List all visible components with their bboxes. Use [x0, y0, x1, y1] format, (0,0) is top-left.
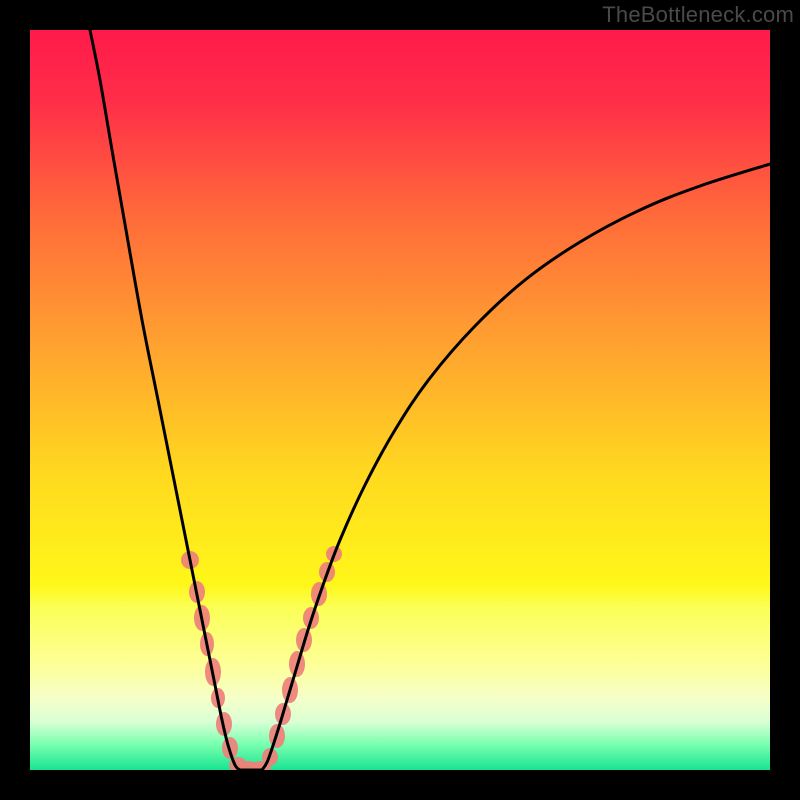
series-right-curve: [262, 164, 770, 770]
curve-lines: [90, 30, 770, 770]
chart-frame: [30, 30, 770, 770]
watermark-text: TheBottleneck.com: [602, 2, 794, 28]
series-left-curve: [90, 30, 240, 770]
highlight-beads: [181, 546, 342, 770]
plot-layer: [30, 30, 770, 770]
